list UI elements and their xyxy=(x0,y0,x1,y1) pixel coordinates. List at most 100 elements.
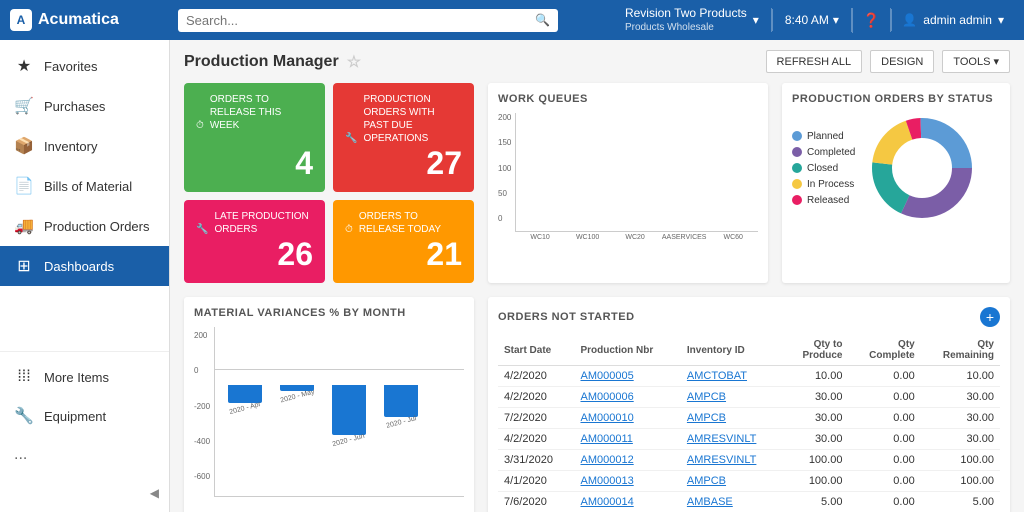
kpi-label-1: PRODUCTION ORDERS WITH PAST DUE OPERATIO… xyxy=(363,93,462,145)
sidebar-label-purchases: Purchases xyxy=(44,99,105,114)
legend-closed: Closed xyxy=(792,163,855,174)
design-button[interactable]: DESIGN xyxy=(870,50,934,73)
cell-prod-nbr[interactable]: AM000010 xyxy=(574,408,680,429)
sidebar-item-more[interactable]: ⁞⁞⁞ More Items xyxy=(0,358,169,396)
legend-released: Released xyxy=(792,195,855,206)
top-nav: A Acumatica 🔍 Revision Two Products Prod… xyxy=(0,0,1024,40)
cell-prod-nbr[interactable]: AM000006 xyxy=(574,387,680,408)
cell-inv-id[interactable]: AMRESVINLT xyxy=(681,450,783,471)
sidebar-item-equipment[interactable]: 🔧 Equipment xyxy=(0,396,169,436)
donut-chart xyxy=(867,113,977,223)
main-content: Production Manager ☆ REFRESH ALL DESIGN … xyxy=(170,40,1024,512)
sidebar-collapse-button[interactable]: ◀ xyxy=(0,480,169,506)
help-button[interactable]: ❓ xyxy=(852,8,890,33)
mv-y--200: -200 xyxy=(194,402,210,411)
legend-completed: Completed xyxy=(792,147,855,158)
cell-qty-remaining: 30.00 xyxy=(921,429,1000,450)
time-area[interactable]: 8:40 AM ▾ xyxy=(772,9,851,31)
layout: ★ Favorites 🛒 Purchases 📦 Inventory 📄 Bi… xyxy=(0,40,1024,512)
table-row: 7/2/2020 AM000010 AMPCB 30.00 0.00 30.00 xyxy=(498,408,1000,429)
user-area[interactable]: 👤 admin admin ▾ xyxy=(891,9,1014,31)
cell-inv-id[interactable]: AMPCB xyxy=(681,387,783,408)
company-sub-text: Products Wholesale xyxy=(625,21,747,34)
wq-y-0: 0 xyxy=(498,214,511,223)
cell-qty-complete: 0.00 xyxy=(848,429,920,450)
dashboard-top-grid: ⏱ ORDERS TO RELEASE THIS WEEK 4 🔧 PRODUC… xyxy=(184,83,1010,283)
legend-label-closed: Closed xyxy=(807,163,838,174)
bar-label-wc10: WC10 xyxy=(519,234,561,241)
kpi-card-past-due[interactable]: 🔧 PRODUCTION ORDERS WITH PAST DUE OPERAT… xyxy=(333,83,474,192)
cell-prod-nbr[interactable]: AM000005 xyxy=(574,366,680,387)
add-order-button[interactable]: + xyxy=(980,307,1000,327)
cell-date: 7/2/2020 xyxy=(498,408,574,429)
legend-planned: Planned xyxy=(792,131,855,142)
material-variance-widget: MATERIAL VARIANCES % BY MONTH 200 0 -200… xyxy=(184,297,474,512)
cell-inv-id[interactable]: AMPCB xyxy=(681,408,783,429)
cell-qty-remaining: 100.00 xyxy=(921,471,1000,492)
cell-qty-produce: 30.00 xyxy=(783,387,848,408)
sidebar: ★ Favorites 🛒 Purchases 📦 Inventory 📄 Bi… xyxy=(0,40,170,512)
favorite-star-icon[interactable]: ☆ xyxy=(347,52,361,72)
company-info: Revision Two Products Products Wholesale xyxy=(625,6,747,35)
search-input[interactable] xyxy=(186,13,529,28)
sidebar-item-ellipsis[interactable]: ... xyxy=(0,436,169,474)
kpi-label-2: LATE PRODUCTION ORDERS xyxy=(214,210,313,236)
refresh-all-button[interactable]: REFRESH ALL xyxy=(766,50,863,73)
legend-label-completed: Completed xyxy=(807,147,855,158)
kpi-number-2: 26 xyxy=(196,236,313,273)
cell-inv-id[interactable]: AMBASE xyxy=(681,492,783,512)
mv-label-jul: 2020 - Jul xyxy=(385,415,417,430)
search-icon: 🔍 xyxy=(535,13,550,27)
sidebar-item-favorites[interactable]: ★ Favorites xyxy=(0,46,169,86)
orders-not-started-widget: ORDERS NOT STARTED + Start Date Producti… xyxy=(488,297,1010,512)
logo-area: A Acumatica xyxy=(10,9,170,31)
sidebar-label-more: More Items xyxy=(44,370,109,385)
cell-qty-produce: 100.00 xyxy=(783,471,848,492)
kpi-card-release-today[interactable]: ⏱ ORDERS TO RELEASE TODAY 21 xyxy=(333,200,474,283)
cell-inv-id[interactable]: AMPCB xyxy=(681,471,783,492)
sidebar-label-production-orders: Production Orders xyxy=(44,219,150,234)
dashboards-icon: ⊞ xyxy=(14,256,34,276)
cell-qty-complete: 0.00 xyxy=(848,408,920,429)
company-area[interactable]: Revision Two Products Products Wholesale… xyxy=(613,2,771,39)
cell-inv-id[interactable]: AMRESVINLT xyxy=(681,429,783,450)
cell-prod-nbr[interactable]: AM000012 xyxy=(574,450,680,471)
mv-label-may: 2020 - May xyxy=(279,389,315,405)
sidebar-item-bom[interactable]: 📄 Bills of Material xyxy=(0,166,169,206)
sidebar-item-inventory[interactable]: 📦 Inventory xyxy=(0,126,169,166)
search-box[interactable]: 🔍 xyxy=(178,9,558,32)
cell-date: 4/1/2020 xyxy=(498,471,574,492)
kpi-card-orders-week[interactable]: ⏱ ORDERS TO RELEASE THIS WEEK 4 xyxy=(184,83,325,192)
tools-button[interactable]: TOOLS ▾ xyxy=(942,50,1010,73)
header-actions: REFRESH ALL DESIGN TOOLS ▾ xyxy=(766,50,1010,73)
orders-table-header: Start Date Production Nbr Inventory ID Q… xyxy=(498,335,1000,366)
mv-bar-apr: 2020 - Apr xyxy=(223,385,267,412)
collapse-icon: ◀ xyxy=(150,486,159,500)
cell-prod-nbr[interactable]: AM000013 xyxy=(574,471,680,492)
cell-prod-nbr[interactable]: AM000011 xyxy=(574,429,680,450)
table-row: 4/2/2020 AM000006 AMPCB 30.00 0.00 30.00 xyxy=(498,387,1000,408)
production-status-title: PRODUCTION ORDERS BY STATUS xyxy=(792,93,1000,105)
sidebar-label-bom: Bills of Material xyxy=(44,179,132,194)
legend-dot-closed xyxy=(792,163,802,173)
page-header: Production Manager ☆ REFRESH ALL DESIGN … xyxy=(184,50,1010,73)
col-start-date: Start Date xyxy=(498,335,574,366)
cell-prod-nbr[interactable]: AM000014 xyxy=(574,492,680,512)
table-row: 3/31/2020 AM000012 AMRESVINLT 100.00 0.0… xyxy=(498,450,1000,471)
more-items-icon: ⁞⁞⁞ xyxy=(14,368,34,386)
cell-qty-remaining: 10.00 xyxy=(921,366,1000,387)
kpi-card-late[interactable]: 🔧 LATE PRODUCTION ORDERS 26 xyxy=(184,200,325,283)
cell-inv-id[interactable]: AMCTOBAT xyxy=(681,366,783,387)
orders-table-header-row: ORDERS NOT STARTED + xyxy=(498,307,1000,327)
work-queues-widget: WORK QUEUES 200 150 100 50 0 xyxy=(488,83,768,283)
cell-qty-remaining: 100.00 xyxy=(921,450,1000,471)
orders-table: Start Date Production Nbr Inventory ID Q… xyxy=(498,335,1000,512)
table-row: 7/6/2020 AM000014 AMBASE 5.00 0.00 5.00 xyxy=(498,492,1000,512)
orders-table-body: 4/2/2020 AM000005 AMCTOBAT 10.00 0.00 10… xyxy=(498,366,1000,512)
bar-label-wc100: WC100 xyxy=(567,234,609,241)
zero-line xyxy=(215,369,464,370)
sidebar-item-production-orders[interactable]: 🚚 Production Orders xyxy=(0,206,169,246)
sidebar-item-purchases[interactable]: 🛒 Purchases xyxy=(0,86,169,126)
kpi-icon-3: ⏱ xyxy=(345,223,353,236)
sidebar-item-dashboards[interactable]: ⊞ Dashboards xyxy=(0,246,169,286)
